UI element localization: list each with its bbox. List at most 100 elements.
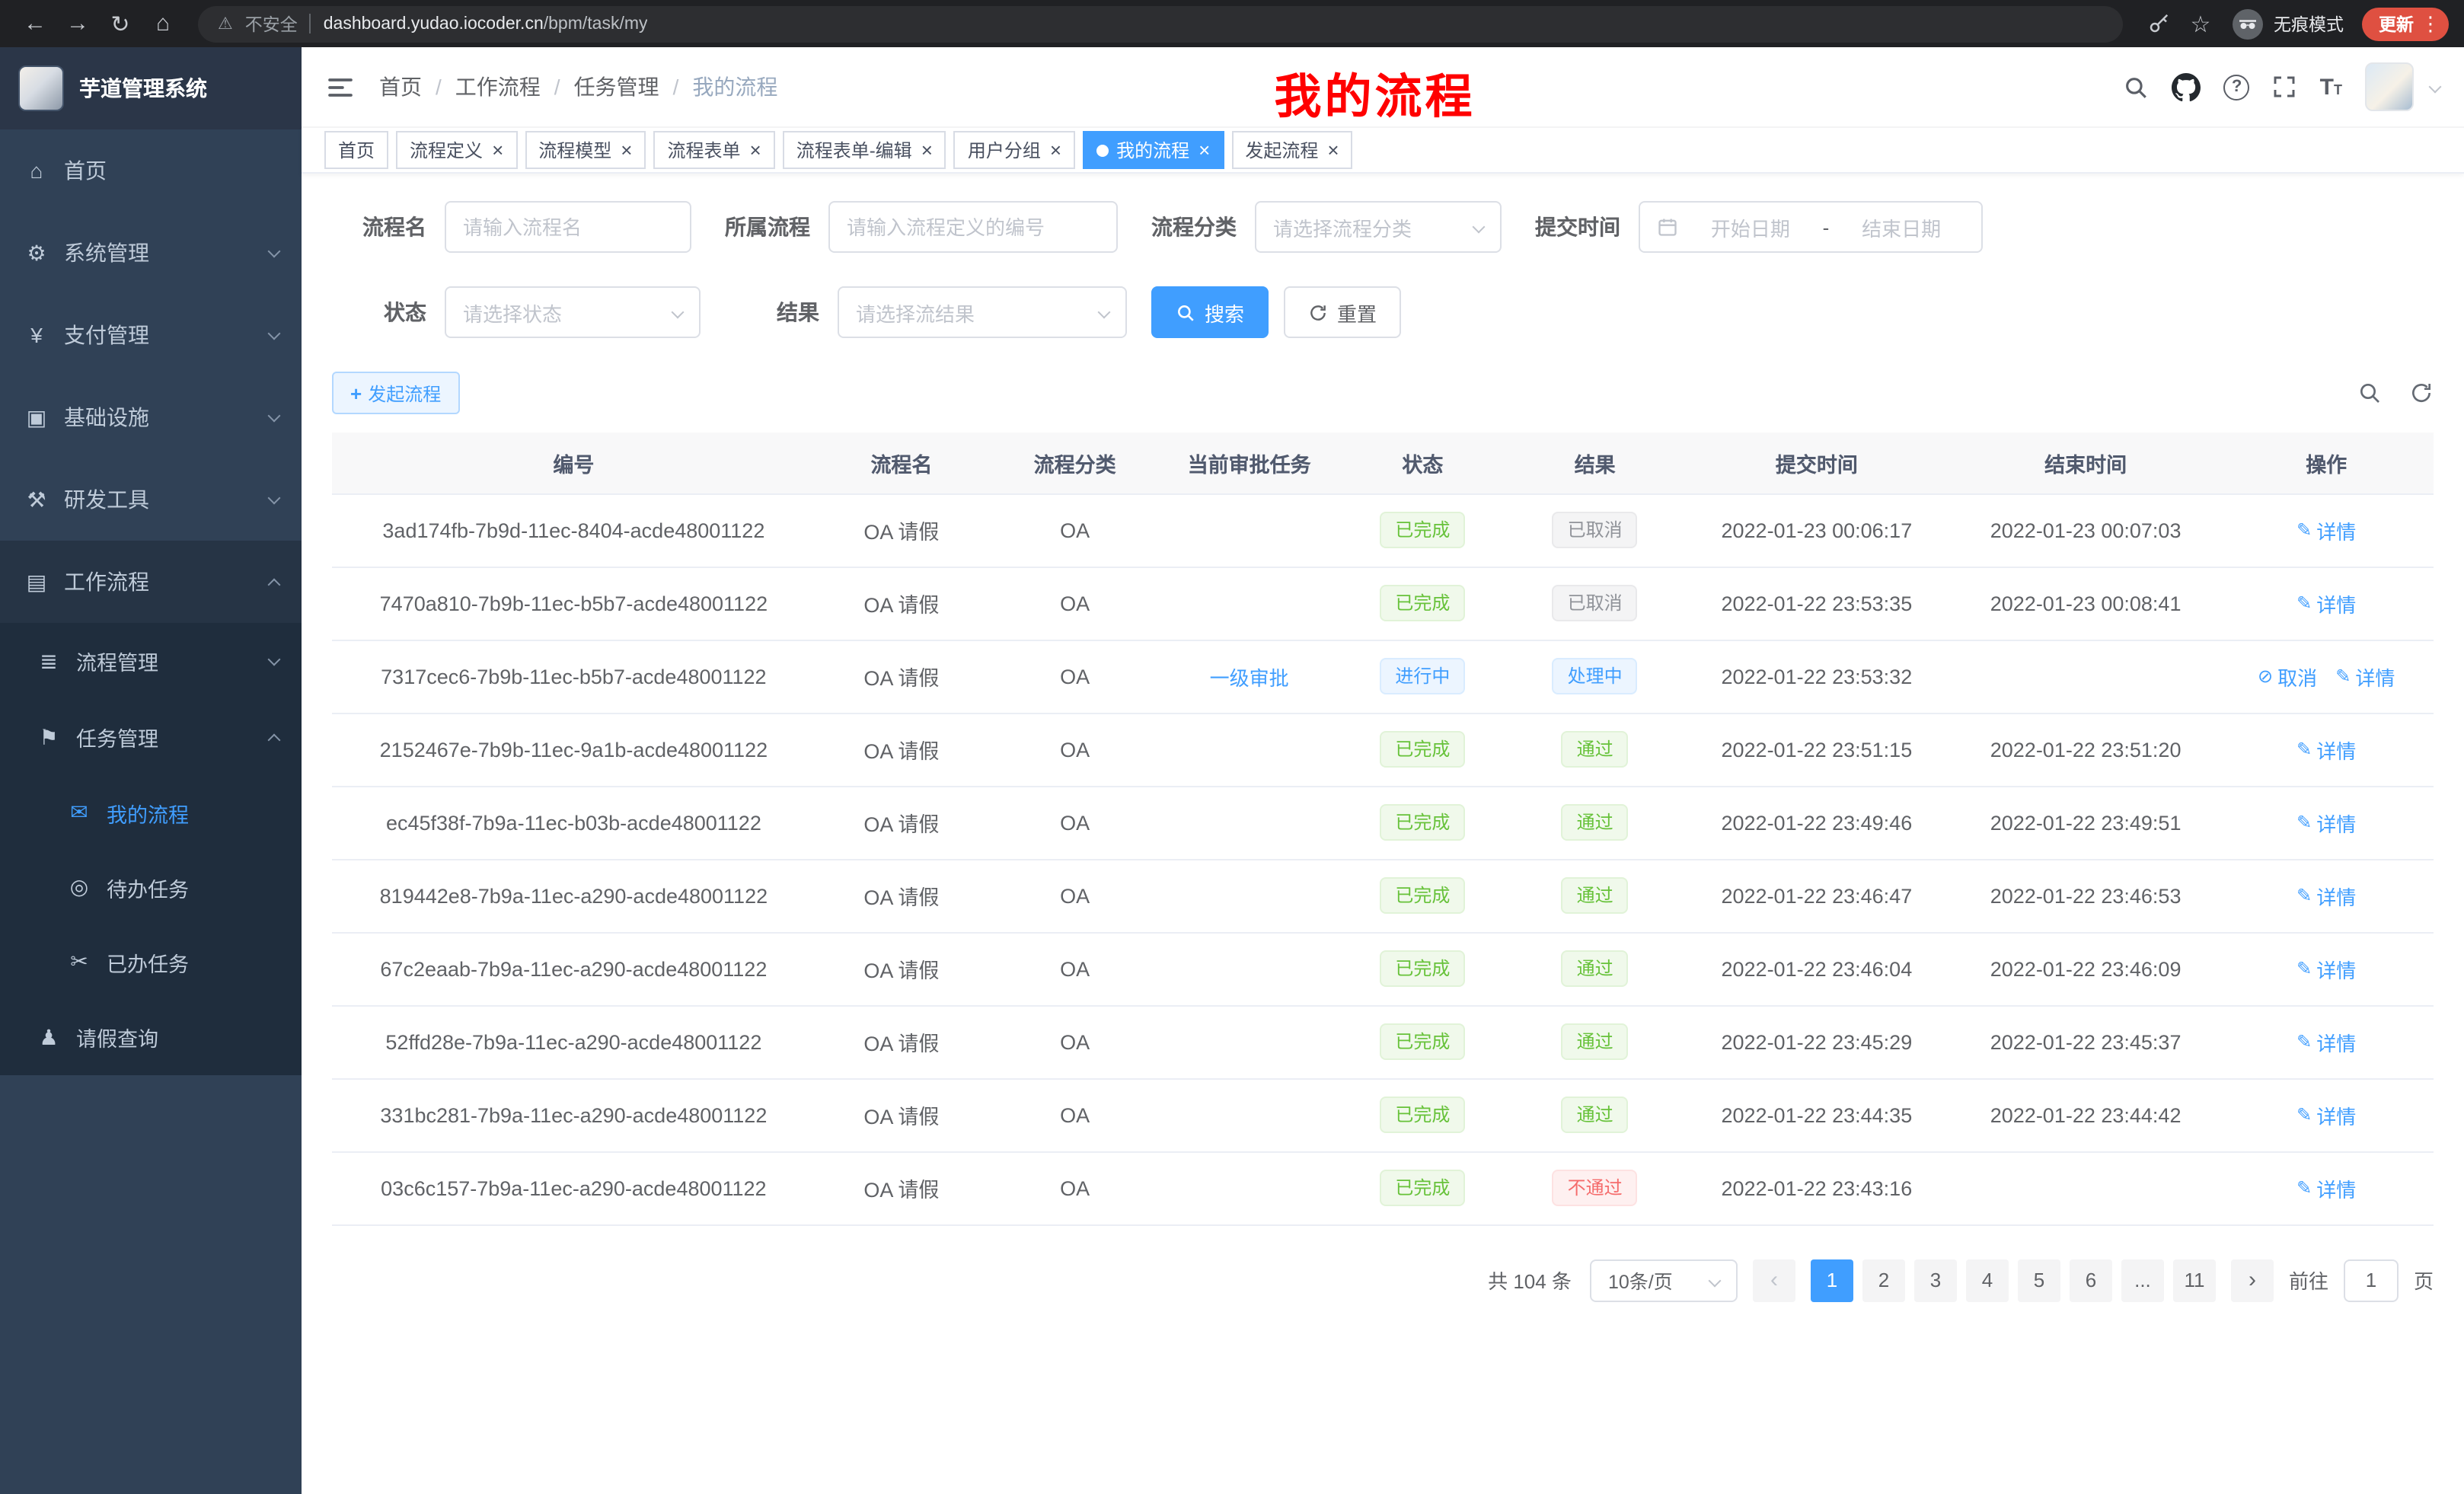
fullscreen-icon[interactable] (2273, 75, 2297, 99)
security-label[interactable]: 不安全 (245, 11, 298, 36)
breadcrumb-item[interactable]: 任务管理 (574, 72, 659, 102)
detail-link[interactable]: ✎详情 (2335, 662, 2395, 691)
sidebar-item-workflow[interactable]: ▤工作流程 (0, 541, 302, 623)
page-button[interactable]: 3 (1914, 1259, 1957, 1301)
sidebar-item-todo-task[interactable]: ◎待办任务 (0, 850, 302, 924)
tab-close-icon[interactable]: × (921, 140, 933, 160)
update-button[interactable]: 更新 ⋮ (2362, 7, 2449, 40)
page-button[interactable]: 11 (2173, 1259, 2216, 1301)
sidebar-item-system[interactable]: ⚙系统管理 (0, 212, 302, 294)
tab-label: 我的流程 (1116, 137, 1189, 163)
browser-forward-icon[interactable]: → (58, 4, 97, 43)
tab-item[interactable]: 流程定义× (396, 131, 517, 169)
tab-close-icon[interactable]: × (492, 140, 503, 160)
address-bar[interactable]: ⚠ 不安全 dashboard.yudao.iocoder.cn/bpm/tas… (198, 5, 2123, 42)
tab-close-icon[interactable]: × (1050, 140, 1061, 160)
sidebar-item-my-process[interactable]: ✉我的流程 (0, 775, 302, 850)
detail-link[interactable]: ✎详情 (2296, 516, 2356, 544)
search-button[interactable]: 搜索 (1151, 286, 1269, 338)
browser-back-icon[interactable]: ← (15, 4, 55, 43)
page-button[interactable]: 2 (1862, 1259, 1905, 1301)
current-task-link[interactable]: 一级审批 (1210, 662, 1289, 691)
date-range-picker[interactable]: 开始日期 - 结束日期 (1639, 201, 1983, 253)
detail-link[interactable]: ✎详情 (2296, 1027, 2356, 1056)
owner-process-field[interactable] (828, 201, 1118, 253)
search-icon[interactable] (2124, 74, 2150, 100)
sidebar-item-process-management[interactable]: ≣流程管理 (0, 623, 302, 699)
table-search-icon[interactable] (2357, 381, 2382, 405)
tab-item[interactable]: 首页 (324, 131, 388, 169)
help-icon[interactable]: ? (2224, 74, 2250, 100)
detail-link[interactable]: ✎详情 (2296, 735, 2356, 764)
table-refresh-icon[interactable] (2409, 381, 2434, 405)
detail-link[interactable]: ✎详情 (2296, 881, 2356, 910)
sidebar-item-payment[interactable]: ¥支付管理 (0, 294, 302, 376)
cell-id: 3ad174fb-7b9d-11ec-8404-acde48001122 (332, 493, 815, 567)
tab-close-icon[interactable]: × (621, 140, 632, 160)
cell-category: OA (988, 859, 1162, 932)
sidebar-item-infrastructure[interactable]: ▣基础设施 (0, 376, 302, 458)
bookmark-star-icon[interactable]: ☆ (2181, 4, 2220, 43)
status-select[interactable]: 请选择状态 (445, 286, 701, 338)
page-size-select[interactable]: 10条/页 (1590, 1259, 1738, 1301)
tab-item[interactable]: 流程表单-编辑× (783, 131, 946, 169)
breadcrumb-item[interactable]: 工作流程 (455, 72, 541, 102)
active-tab-dot (1096, 144, 1109, 156)
page-button[interactable]: 5 (2018, 1259, 2060, 1301)
detail-link[interactable]: ✎详情 (2296, 808, 2356, 837)
tab-close-icon[interactable]: × (1198, 140, 1210, 160)
cell-actions: ✎详情 (2219, 932, 2434, 1005)
key-icon[interactable] (2138, 4, 2178, 43)
sidebar-item-leave-query[interactable]: ♟请假查询 (0, 999, 302, 1075)
process-name-input[interactable] (463, 215, 673, 238)
collapse-menu-icon[interactable] (326, 72, 355, 101)
table-toolbar-right (2357, 381, 2434, 405)
github-icon[interactable] (2172, 72, 2201, 101)
page-button[interactable]: 1 (1811, 1259, 1853, 1301)
result-select[interactable]: 请选择流结果 (838, 286, 1127, 338)
prev-page-button[interactable]: ‹ (1753, 1259, 1795, 1301)
filter-row-1: 流程名 所属流程 流程分类 请选择流程分类 (332, 201, 2434, 253)
logo[interactable]: 芋道管理系统 (0, 47, 302, 129)
cancel-link[interactable]: ⊘取消 (2258, 662, 2317, 691)
detail-link[interactable]: ✎详情 (2296, 589, 2356, 618)
browser-menu-icon[interactable]: ⋮ (2420, 11, 2441, 36)
cell-process-name: OA 请假 (815, 567, 988, 640)
category-select[interactable]: 请选择流程分类 (1255, 201, 1502, 253)
owner-process-input[interactable] (847, 215, 1100, 238)
tab-item[interactable]: 我的流程 × (1083, 131, 1224, 169)
tab-item[interactable]: 用户分组× (954, 131, 1075, 169)
font-size-icon[interactable]: TT (2320, 74, 2342, 100)
detail-link[interactable]: ✎详情 (2296, 1100, 2356, 1129)
caret-down-icon[interactable] (2430, 82, 2440, 91)
tab-close-icon[interactable]: × (1327, 140, 1339, 160)
process-name-field[interactable] (445, 201, 691, 253)
tab-item[interactable]: 流程表单× (653, 131, 774, 169)
tab-close-icon[interactable]: × (750, 140, 761, 160)
sidebar-item-task-management[interactable]: ⚑任务管理 (0, 699, 302, 775)
sidebar-item-done-task[interactable]: ✂已办任务 (0, 924, 302, 999)
status-badge: 进行中 (1380, 658, 1465, 694)
cell-submit-time: 2022-01-23 00:06:17 (1681, 493, 1952, 567)
tab-item[interactable]: 流程模型× (525, 131, 646, 169)
page-button[interactable]: 6 (2070, 1259, 2112, 1301)
detail-link[interactable]: ✎详情 (2296, 954, 2356, 983)
create-process-button[interactable]: + 发起流程 (332, 372, 459, 414)
browser-home-icon[interactable]: ⌂ (143, 4, 183, 43)
avatar[interactable] (2365, 62, 2414, 111)
filter-status: 状态 请选择状态 (332, 286, 701, 338)
reset-button[interactable]: 重置 (1284, 286, 1401, 338)
detail-link[interactable]: ✎详情 (2296, 1173, 2356, 1202)
pager-ellipsis[interactable]: ... (2121, 1259, 2164, 1301)
page-button[interactable]: 4 (1966, 1259, 2009, 1301)
browser-reload-icon[interactable]: ↻ (101, 4, 140, 43)
sidebar-item-home[interactable]: ⌂首页 (0, 129, 302, 212)
next-page-button[interactable]: › (2231, 1259, 2274, 1301)
breadcrumb-item[interactable]: 首页 (379, 72, 422, 102)
table-header-row: 编号流程名流程分类当前审批任务状态结果提交时间结束时间操作 (332, 433, 2434, 493)
sidebar-item-devtools[interactable]: ⚒研发工具 (0, 458, 302, 541)
sidebar-item-label: 我的流程 (107, 797, 280, 828)
sidebar: 芋道管理系统 ⌂首页⚙系统管理¥支付管理▣基础设施⚒研发工具▤工作流程≣流程管理… (0, 47, 302, 1494)
goto-page-input[interactable] (2344, 1259, 2399, 1301)
tab-item[interactable]: 发起流程× (1231, 131, 1352, 169)
